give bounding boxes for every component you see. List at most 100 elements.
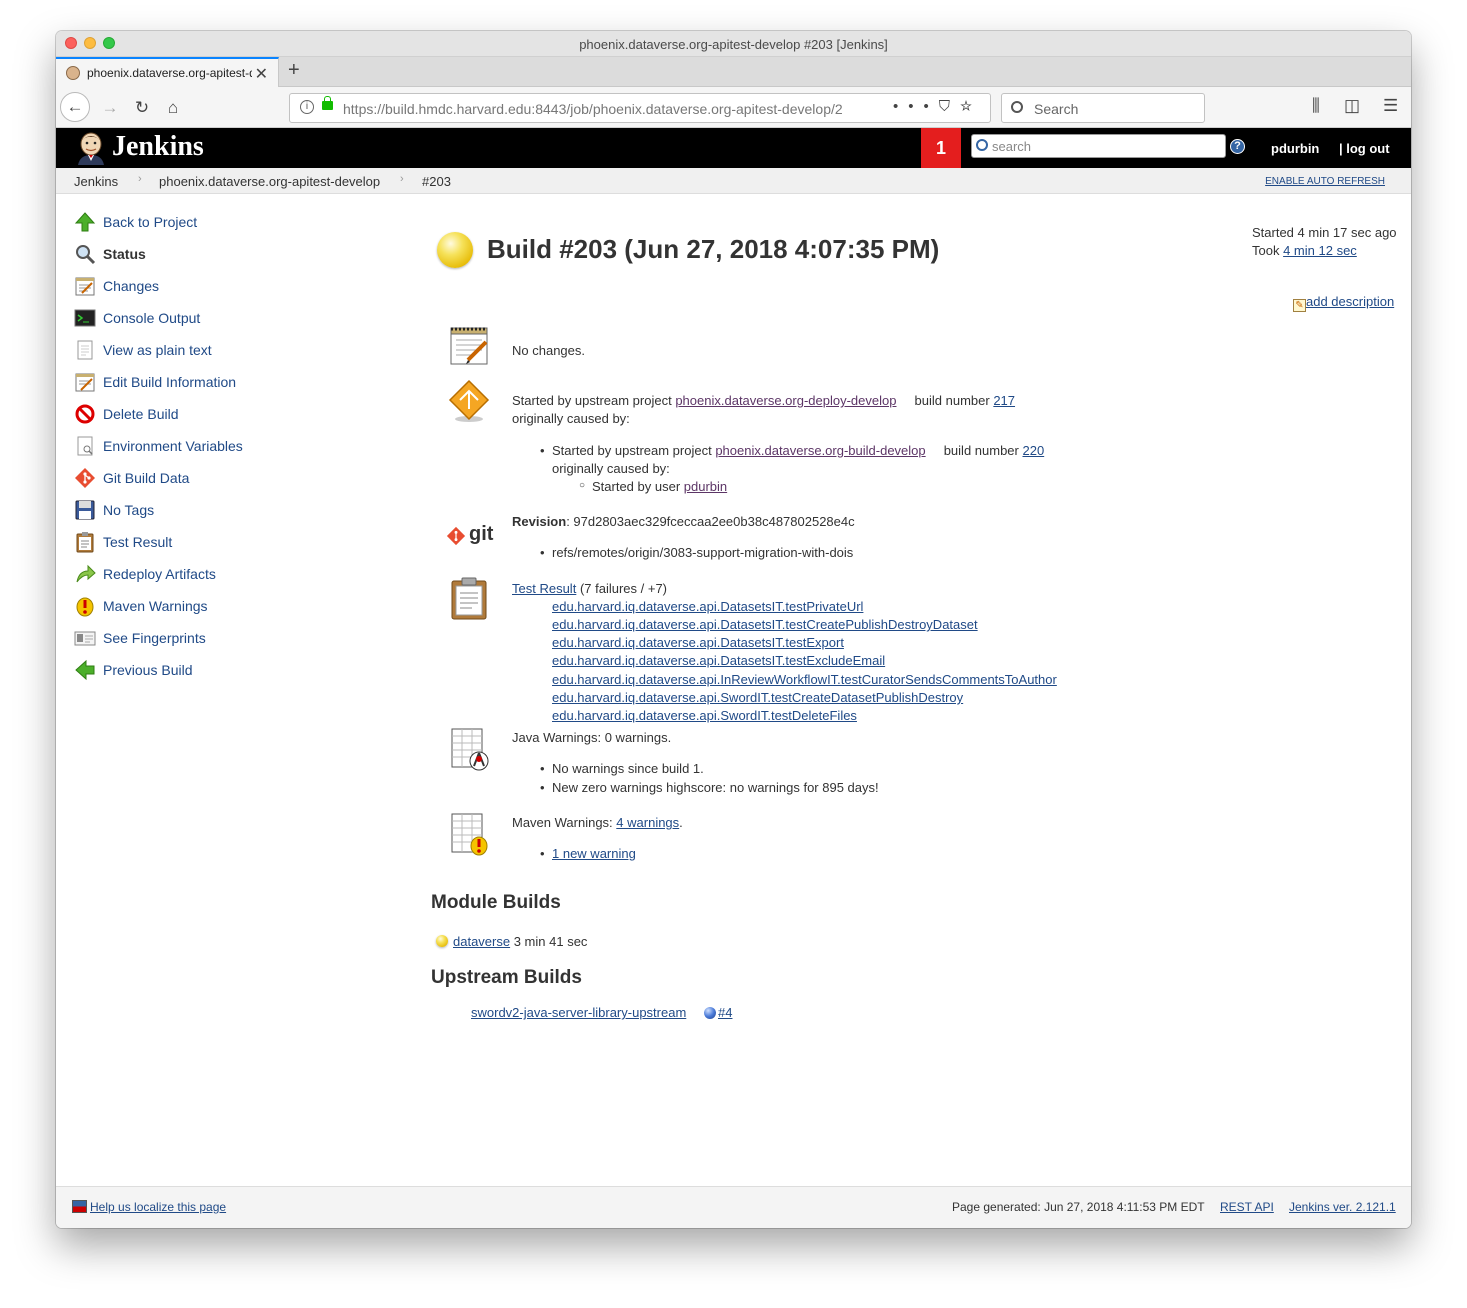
site-info-icon[interactable]: i: [300, 100, 314, 114]
sidebar-item-label[interactable]: Previous Build: [103, 662, 193, 678]
failed-test-link[interactable]: edu.harvard.iq.dataverse.api.SwordIT.tes…: [552, 708, 857, 723]
breadcrumb-build[interactable]: #203: [422, 174, 451, 189]
rest-api-link[interactable]: REST API: [1220, 1200, 1274, 1214]
jenkins-title[interactable]: Jenkins: [112, 131, 204, 163]
document-search-icon: [77, 436, 93, 456]
search-icon: [976, 139, 988, 151]
breadcrumb-separator: ›: [138, 173, 142, 185]
library-icon[interactable]: ⫼: [1312, 96, 1320, 116]
duration-link[interactable]: 4 min 12 sec: [1283, 243, 1357, 258]
failed-test-link[interactable]: edu.harvard.iq.dataverse.api.SwordIT.tes…: [552, 690, 963, 705]
sidebar-item-environment-variables[interactable]: Environment Variables: [74, 435, 243, 457]
notepad-edit-icon: [75, 373, 95, 392]
failed-test-link[interactable]: edu.harvard.iq.dataverse.api.DatasetsIT.…: [552, 599, 863, 614]
sidebar-item-label[interactable]: Delete Build: [103, 406, 179, 422]
menu-icon[interactable]: ☰: [1383, 96, 1398, 116]
failed-test-link[interactable]: edu.harvard.iq.dataverse.api.DatasetsIT.…: [552, 653, 885, 668]
browser-window: phoenix.dataverse.org-apitest-develop #2…: [56, 31, 1411, 1228]
page-actions-icon[interactable]: •••⛉☆: [893, 98, 982, 115]
browser-search-placeholder: Search: [1034, 101, 1079, 117]
enable-auto-refresh-link[interactable]: ENABLE AUTO REFRESH: [1265, 176, 1385, 187]
jenkins-version-link[interactable]: Jenkins ver. 2.121.1: [1289, 1200, 1396, 1214]
sidebar-item-label[interactable]: Environment Variables: [103, 438, 243, 454]
sidebar-item-test-result[interactable]: Test Result: [74, 531, 172, 553]
breadcrumb: Jenkins › phoenix.dataverse.org-apitest-…: [56, 168, 1411, 194]
sidebar-item-git-build-data[interactable]: Git Build Data: [74, 467, 189, 489]
sidebar-item-changes[interactable]: Changes: [74, 275, 159, 297]
sidebar-item-console-output[interactable]: Console Output: [74, 307, 200, 329]
new-tab-icon[interactable]: +: [288, 59, 300, 82]
back-icon[interactable]: ←: [60, 92, 90, 122]
sidebar-item-label[interactable]: See Fingerprints: [103, 630, 206, 646]
sidebar-item-view-as-plain-text[interactable]: View as plain text: [74, 339, 212, 361]
failed-test-link[interactable]: edu.harvard.iq.dataverse.api.InReviewWor…: [552, 672, 1057, 687]
upstream-project-link[interactable]: phoenix.dataverse.org-deploy-develop: [675, 393, 896, 408]
test-summary: (7 failures / +7): [579, 581, 668, 596]
sidebar-item-delete-build[interactable]: Delete Build: [74, 403, 179, 425]
breadcrumb-project[interactable]: phoenix.dataverse.org-apitest-develop: [159, 174, 380, 189]
test-result-link[interactable]: Test Result: [512, 581, 576, 596]
failed-test-link[interactable]: edu.harvard.iq.dataverse.api.DatasetsIT.…: [552, 617, 978, 632]
sidebar-item-label[interactable]: Test Result: [103, 534, 172, 550]
browser-tab[interactable]: phoenix.dataverse.org-apitest-d ✕: [56, 57, 279, 87]
sidebar-item-edit-build-information[interactable]: Edit Build Information: [74, 371, 236, 393]
sidebar-item-label[interactable]: Console Output: [103, 310, 200, 326]
started-by-upstream-label: Started by upstream project: [552, 443, 712, 458]
add-description[interactable]: ✎ add description: [1293, 294, 1394, 312]
sidebar-item-label[interactable]: Git Build Data: [103, 470, 189, 486]
forward-icon[interactable]: →: [96, 94, 124, 122]
notification-badge[interactable]: 1: [921, 128, 961, 168]
footer: Help us localize this page Page generate…: [56, 1186, 1411, 1228]
localize-link[interactable]: Help us localize this page: [90, 1200, 226, 1214]
jenkins-search-input[interactable]: search: [971, 134, 1226, 158]
sidebar-item-no-tags[interactable]: No Tags: [74, 499, 154, 521]
jenkins-butler-icon[interactable]: [74, 131, 108, 165]
up-arrow-icon: [74, 212, 96, 232]
user-link[interactable]: pdurbin: [1271, 141, 1319, 156]
breadcrumb-jenkins[interactable]: Jenkins: [74, 174, 118, 189]
upstream-cause-icon: [448, 379, 490, 422]
sidebar-item-see-fingerprints[interactable]: See Fingerprints: [74, 627, 206, 649]
reload-icon[interactable]: ↻: [128, 94, 156, 122]
help-icon[interactable]: ?: [1230, 139, 1245, 154]
git-ref: refs/remotes/origin/3083-support-migrati…: [540, 545, 853, 560]
sidebar-item-label[interactable]: Edit Build Information: [103, 374, 236, 390]
module-build-link[interactable]: dataverse: [453, 934, 510, 949]
nested-upstream-cause-line: Started by upstream project phoenix.data…: [540, 443, 1044, 458]
sidebar-item-label[interactable]: View as plain text: [103, 342, 212, 358]
new-warning-link[interactable]: 1 new warning: [552, 846, 636, 861]
sidebar-item-previous-build[interactable]: Previous Build: [74, 659, 193, 681]
upstream-build-number-link[interactable]: 217: [993, 393, 1015, 408]
sidebar-item-back-to-project[interactable]: Back to Project: [74, 211, 197, 233]
url-text[interactable]: https://build.hmdc.harvard.edu:8443/job/…: [343, 101, 883, 117]
sidebar-item-label[interactable]: Back to Project: [103, 214, 197, 230]
url-bar[interactable]: i https://build.hmdc.harvard.edu:8443/jo…: [289, 93, 991, 123]
sidebar-item-status[interactable]: Status: [74, 243, 146, 265]
upstream-build-number-link[interactable]: #4: [718, 1005, 732, 1020]
tab-close-icon[interactable]: ✕: [255, 64, 268, 84]
java-warnings-item: No warnings since build 1.: [540, 761, 704, 776]
sidebar-item-label[interactable]: Redeploy Artifacts: [103, 566, 216, 582]
sidebar-item-label[interactable]: Changes: [103, 278, 159, 294]
revision-hash: : 97d2803aec329fceccaa2ee0b38c487802528e…: [566, 514, 855, 529]
sidebar-item-label[interactable]: Maven Warnings: [103, 598, 208, 614]
add-description-link[interactable]: add description: [1306, 294, 1394, 309]
took-line: Took 4 min 12 sec: [1252, 242, 1397, 260]
sidebar-item-label[interactable]: No Tags: [103, 502, 154, 518]
logout-link[interactable]: | log out: [1339, 141, 1390, 156]
nested-upstream-build-number-link[interactable]: 220: [1022, 443, 1044, 458]
sidebar-item-redeploy-artifacts[interactable]: Redeploy Artifacts: [74, 563, 216, 585]
home-icon[interactable]: ⌂: [159, 94, 187, 122]
sidebar-toggle-icon[interactable]: ◫: [1344, 96, 1360, 116]
upstream-build-project-link[interactable]: swordv2-java-server-library-upstream: [471, 1005, 686, 1020]
logout-label[interactable]: log out: [1346, 141, 1389, 156]
cause-user-link[interactable]: pdurbin: [684, 479, 727, 494]
nested-upstream-project-link[interactable]: phoenix.dataverse.org-build-develop: [715, 443, 925, 458]
maven-warnings-link[interactable]: 4 warnings: [616, 815, 679, 830]
failed-test-link[interactable]: edu.harvard.iq.dataverse.api.DatasetsIT.…: [552, 635, 844, 650]
sidebar-item-label[interactable]: Status: [103, 246, 146, 262]
no-changes-text: No changes.: [512, 343, 585, 358]
sidebar-item-maven-warnings[interactable]: Maven Warnings: [74, 595, 208, 617]
clipboard-icon: [451, 577, 487, 620]
browser-search-input[interactable]: Search: [1001, 93, 1205, 123]
